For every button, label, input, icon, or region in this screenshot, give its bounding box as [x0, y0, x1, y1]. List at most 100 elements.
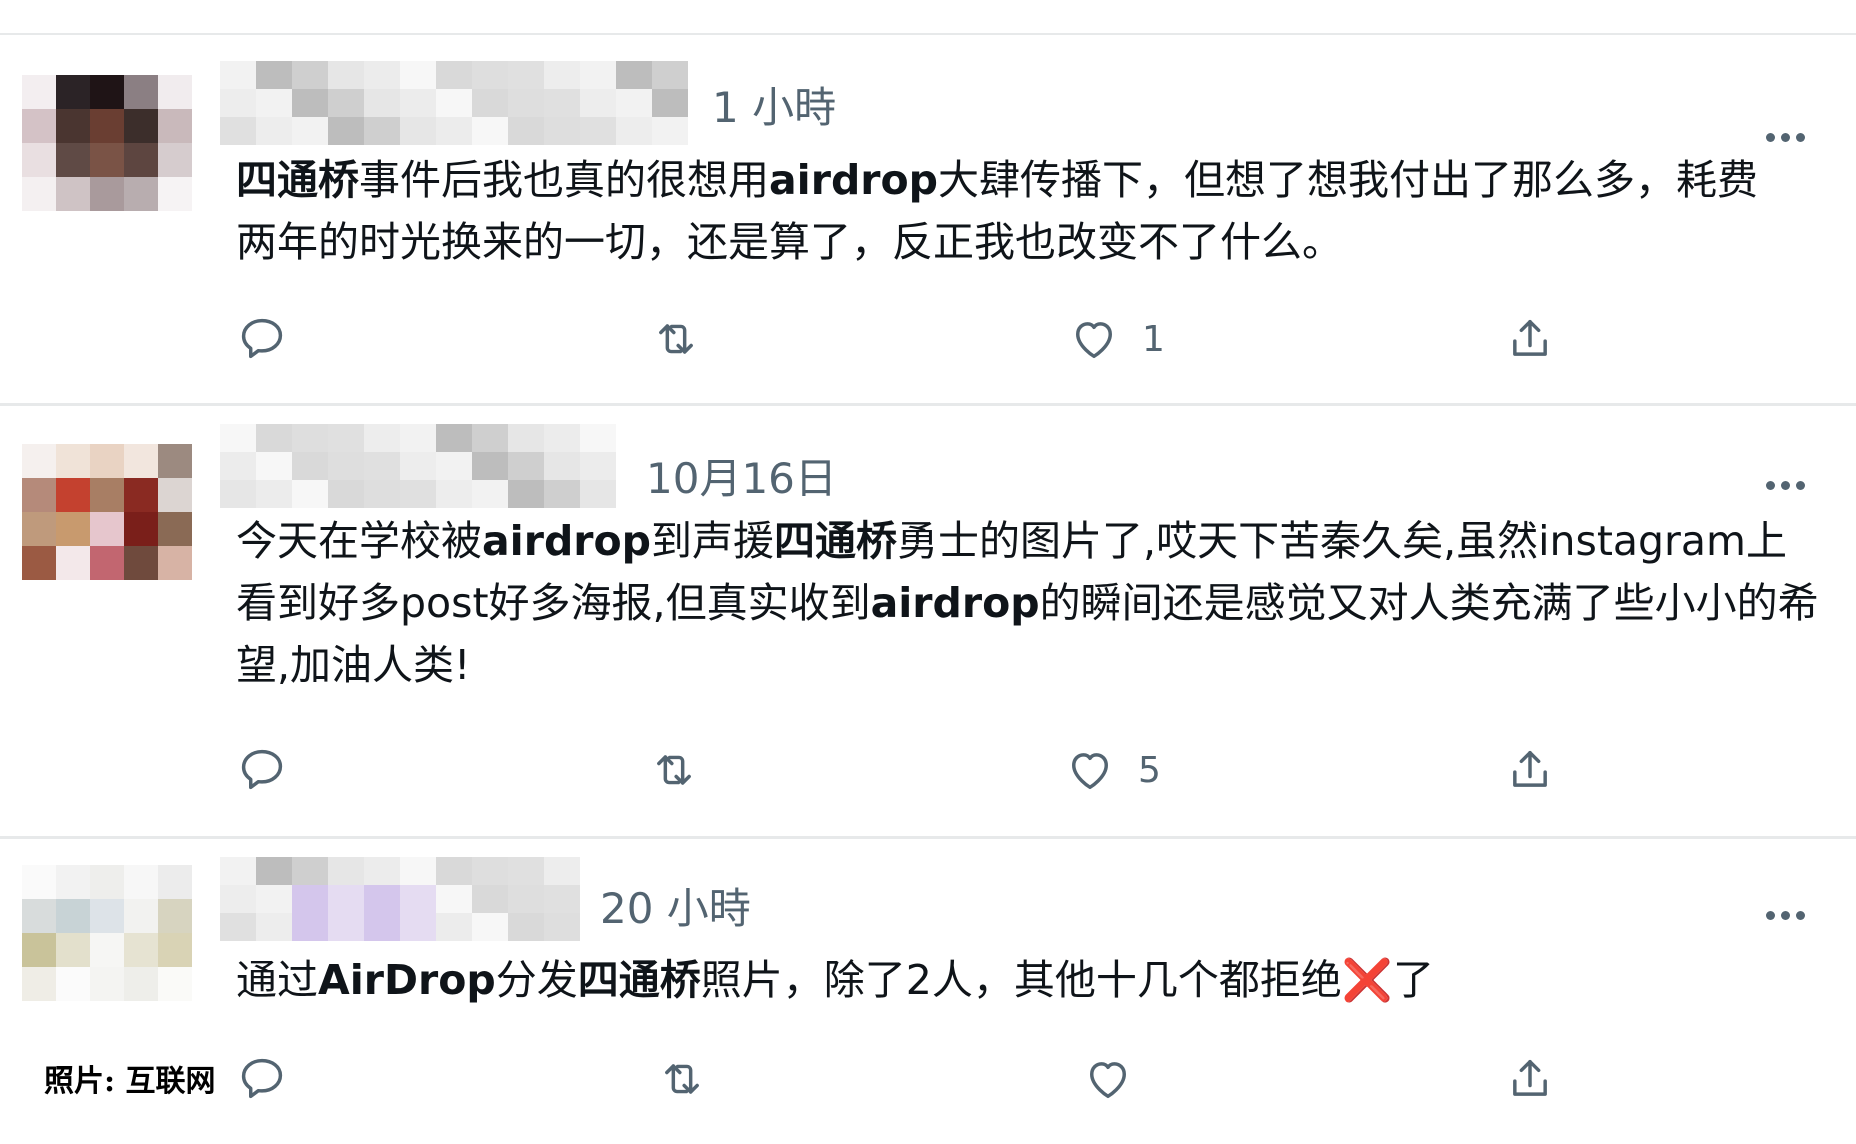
avatar-pixel	[56, 546, 90, 580]
name-blur-pixel	[328, 452, 364, 480]
reply-icon	[241, 1058, 283, 1099]
name-blur-pixel	[364, 61, 400, 89]
avatar-pixel	[56, 478, 90, 512]
avatar-pixel	[158, 177, 192, 211]
cross-mark-emoji: ❌	[1341, 956, 1393, 1004]
name-blur-pixel	[580, 117, 616, 145]
tweet-timestamp[interactable]: 20 小時	[600, 884, 751, 934]
name-blur-pixel	[328, 61, 364, 89]
name-blur-pixel	[220, 424, 256, 452]
avatar-pixel	[56, 75, 90, 109]
retweet-icon	[657, 755, 691, 785]
avatar-pixel	[124, 512, 158, 546]
name-blur-pixel	[328, 857, 364, 885]
name-blur-pixel	[508, 480, 544, 508]
name-blur-pixel	[220, 452, 256, 480]
name-blur-pixel	[364, 452, 400, 480]
reply-button[interactable]	[236, 1051, 288, 1107]
retweet-button[interactable]	[656, 1051, 708, 1107]
name-blur-pixel	[256, 117, 292, 145]
name-blur-pixel	[292, 117, 328, 145]
text-bold-segment: airdrop	[482, 517, 652, 565]
name-blur-pixel	[328, 424, 364, 452]
avatar[interactable]	[22, 434, 192, 604]
tweet-text: 今天在学校被airdrop到声援四通桥勇士的图片了,哎天下苦秦久矣,虽然inst…	[236, 510, 1826, 696]
text-segment: 事件后我也真的很想用	[359, 156, 769, 204]
like-button[interactable]: 5	[1064, 742, 1161, 798]
name-blur-pixel	[220, 61, 256, 89]
user-name-blurred[interactable]	[220, 424, 650, 508]
name-blur-pixel	[292, 452, 328, 480]
tweet-timestamp[interactable]: 10月16日	[646, 454, 837, 504]
name-blur-pixel	[328, 480, 364, 508]
share-button[interactable]	[1504, 1051, 1556, 1107]
avatar-pixel	[22, 546, 56, 580]
name-blur-pixel	[220, 89, 256, 117]
name-blur-pixel	[436, 89, 472, 117]
more-options-icon[interactable]	[1766, 905, 1814, 925]
avatar-pixel	[90, 109, 124, 143]
user-name-blurred[interactable]	[220, 857, 600, 941]
avatar-pixel	[124, 478, 158, 512]
name-blur-pixel	[508, 117, 544, 145]
tweet-timestamp[interactable]: 1 小時	[712, 83, 836, 133]
name-blur-pixel	[472, 480, 508, 508]
tweet-1[interactable]: 1 小時 四通桥事件后我也真的很想用airdrop大肆传播下，但想了想我付出了那…	[0, 35, 1856, 405]
text-bold-segment: 四通桥	[236, 156, 359, 204]
top-strip	[0, 0, 1856, 35]
tweet-2[interactable]: 10月16日 今天在学校被airdrop到声援四通桥勇士的图片了,哎天下苦秦久矣…	[0, 406, 1856, 836]
name-blur-pixel	[616, 61, 652, 89]
more-options-icon[interactable]	[1766, 127, 1814, 147]
name-blur-pixel	[328, 913, 364, 941]
name-blur-pixel	[292, 480, 328, 508]
reply-button[interactable]	[236, 311, 288, 367]
name-blur-pixel	[400, 452, 436, 480]
name-blur-pixel	[436, 117, 472, 145]
avatar[interactable]	[22, 855, 192, 1025]
name-blur-pixel	[508, 913, 544, 941]
name-blur-pixel	[472, 61, 508, 89]
photo-credit: 照片: 互联网	[44, 1064, 216, 1099]
text-bold-segment: 四通桥	[577, 956, 701, 1004]
name-blur-pixel	[328, 885, 364, 913]
name-blur-pixel	[364, 913, 400, 941]
like-button[interactable]: 1	[1068, 311, 1165, 367]
avatar-pixel	[22, 899, 56, 933]
avatar-pixel	[124, 177, 158, 211]
avatar-pixel	[124, 444, 158, 478]
like-button[interactable]	[1082, 1051, 1156, 1107]
avatar-pixel	[56, 177, 90, 211]
name-blur-pixel	[580, 424, 616, 452]
tweet-3[interactable]: 20 小時 通过AirDrop分发四通桥照片，除了2人，其他十几个都拒绝❌了	[0, 839, 1856, 1144]
avatar-pixel	[22, 109, 56, 143]
name-blur-pixel	[256, 885, 292, 913]
share-button[interactable]	[1504, 311, 1556, 367]
name-blur-pixel	[544, 89, 580, 117]
name-blur-pixel	[256, 424, 292, 452]
reply-button[interactable]	[236, 742, 288, 798]
name-blur-pixel	[544, 61, 580, 89]
retweet-button[interactable]	[648, 742, 700, 798]
avatar-pixel	[124, 933, 158, 967]
avatar-pixel	[124, 967, 158, 1001]
name-blur-pixel	[256, 61, 292, 89]
retweet-button[interactable]	[650, 311, 702, 367]
avatar[interactable]	[22, 65, 192, 235]
name-blur-pixel	[400, 857, 436, 885]
name-blur-pixel	[472, 424, 508, 452]
avatar-pixel	[90, 865, 124, 899]
more-options-icon[interactable]	[1766, 475, 1814, 495]
name-blur-pixel	[256, 89, 292, 117]
avatar-pixel	[56, 444, 90, 478]
name-blur-pixel	[616, 89, 652, 117]
name-blur-pixel	[508, 452, 544, 480]
share-button[interactable]	[1504, 742, 1556, 798]
name-blur-pixel	[544, 885, 580, 913]
user-name-blurred[interactable]	[220, 61, 710, 145]
name-blur-pixel	[544, 857, 580, 885]
share-icon	[1513, 1059, 1547, 1096]
avatar-pixel	[22, 478, 56, 512]
avatar-pixel	[158, 546, 192, 580]
avatar-pixel	[158, 899, 192, 933]
name-blur-pixel	[364, 117, 400, 145]
